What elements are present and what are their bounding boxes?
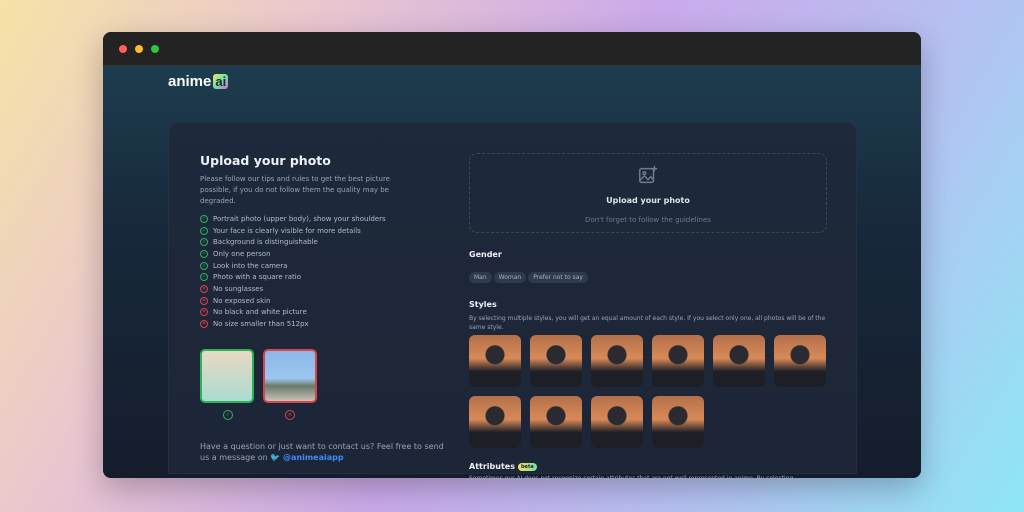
- check-icon: ✓: [200, 238, 208, 247]
- maximize-window-button[interactable]: [151, 45, 159, 53]
- gender-options: Man Woman Prefer not to say: [469, 264, 827, 283]
- rule-item: ✓ Background is distinguishable: [200, 236, 420, 248]
- guidelines-title: Upload your photo: [200, 153, 331, 168]
- styles-description: By selecting multiple styles, you will g…: [469, 315, 826, 331]
- gender-option[interactable]: Woman: [493, 272, 527, 283]
- guidelines-panel: Upload your photo Please follow our tips…: [200, 153, 420, 330]
- good-example-photo: [200, 349, 254, 403]
- check-icon: ✓: [200, 249, 208, 258]
- rule-text: Photo with a square ratio: [213, 273, 301, 282]
- check-icon: ✓: [200, 214, 208, 223]
- rule-item: ✓ Only one person: [200, 248, 420, 260]
- rule-text: Your face is clearly visible for more de…: [213, 226, 361, 235]
- twitter-link[interactable]: 🐦 @animeaiapp: [270, 453, 343, 462]
- rule-item: ✓ Photo with a square ratio: [200, 271, 420, 283]
- check-icon: ✓: [223, 410, 233, 420]
- check-icon: ✓: [200, 273, 208, 282]
- close-window-button[interactable]: [119, 45, 127, 53]
- check-icon: ✓: [200, 226, 208, 235]
- style-thumbnail[interactable]: [530, 335, 582, 387]
- cross-icon: ✕: [200, 284, 208, 293]
- rule-item: ✕ No black and white picture: [200, 307, 420, 319]
- rule-text: Look into the camera: [213, 261, 288, 270]
- style-thumbnail[interactable]: [774, 335, 826, 387]
- beta-badge: beta: [517, 462, 537, 471]
- styles-heading: Styles: [469, 300, 497, 309]
- add-image-icon: [639, 165, 658, 184]
- style-thumbnail[interactable]: [713, 335, 765, 387]
- logo[interactable]: anime ai: [168, 73, 229, 90]
- twitter-handle: @animeaiapp: [283, 453, 344, 462]
- logo-badge: ai: [213, 74, 229, 89]
- page-content: anime ai Upload your photo Please follow …: [103, 66, 921, 482]
- rule-item: ✕ No exposed skin: [200, 295, 420, 307]
- upload-subtitle: Don't forget to follow the guidelines: [585, 216, 711, 224]
- rule-item: ✕ No sunglasses: [200, 283, 420, 295]
- style-thumbnail[interactable]: [530, 396, 582, 448]
- style-thumbnail[interactable]: [591, 396, 643, 448]
- style-thumbnail[interactable]: [652, 335, 704, 387]
- upload-title: Upload your photo: [606, 196, 690, 205]
- gender-option[interactable]: Prefer not to say: [528, 272, 588, 283]
- attributes-title: Attributes: [469, 462, 515, 471]
- rules-list: ✓ Portrait photo (upper body), show your …: [200, 213, 420, 330]
- contact-text: Have a question or just want to contact …: [200, 441, 450, 463]
- upload-card: Upload your photo Please follow our tips…: [168, 122, 857, 482]
- gender-heading: Gender: [469, 250, 502, 259]
- twitter-icon: 🐦: [270, 453, 281, 462]
- style-thumbnail[interactable]: [469, 335, 521, 387]
- gender-option[interactable]: Man: [469, 272, 492, 283]
- bad-example-photo: [263, 349, 317, 403]
- rule-text: No sunglasses: [213, 284, 264, 293]
- upload-dropzone[interactable]: Upload your photo Don't forget to follow…: [469, 153, 827, 233]
- cross-icon: ✕: [200, 308, 208, 317]
- attributes-heading: Attributes beta: [469, 462, 827, 471]
- cross-icon: ✕: [200, 320, 208, 329]
- check-icon: ✓: [200, 261, 208, 270]
- rule-text: No size smaller than 512px: [213, 320, 309, 329]
- rule-text: No exposed skin: [213, 296, 271, 305]
- title-bar: [103, 32, 921, 66]
- logo-text: anime: [168, 73, 212, 90]
- rule-item: ✓ Your face is clearly visible for more d…: [200, 225, 420, 237]
- rule-item: ✕ No size smaller than 512px: [200, 318, 420, 330]
- styles-grid: [469, 335, 827, 448]
- rule-text: No black and white picture: [213, 308, 307, 317]
- style-thumbnail[interactable]: [652, 396, 704, 448]
- cross-icon: ✕: [285, 410, 295, 420]
- minimize-window-button[interactable]: [135, 45, 143, 53]
- rule-text: Portrait photo (upper body), show your s…: [213, 214, 386, 223]
- rule-item: ✓ Look into the camera: [200, 260, 420, 272]
- cross-icon: ✕: [200, 296, 208, 305]
- style-thumbnail[interactable]: [591, 335, 643, 387]
- rule-item: ✓ Portrait photo (upper body), show your …: [200, 213, 420, 225]
- browser-window: anime ai Upload your photo Please follow …: [103, 32, 921, 482]
- rule-text: Only one person: [213, 249, 271, 258]
- style-thumbnail[interactable]: [469, 396, 521, 448]
- rule-text: Background is distinguishable: [213, 238, 318, 247]
- form-panel: Upload your photo Don't forget to follow…: [469, 153, 827, 486]
- guidelines-description: Please follow our tips and rules to get …: [200, 175, 390, 205]
- attributes-description: Sometimes our AI does not recognize cert…: [469, 475, 794, 482]
